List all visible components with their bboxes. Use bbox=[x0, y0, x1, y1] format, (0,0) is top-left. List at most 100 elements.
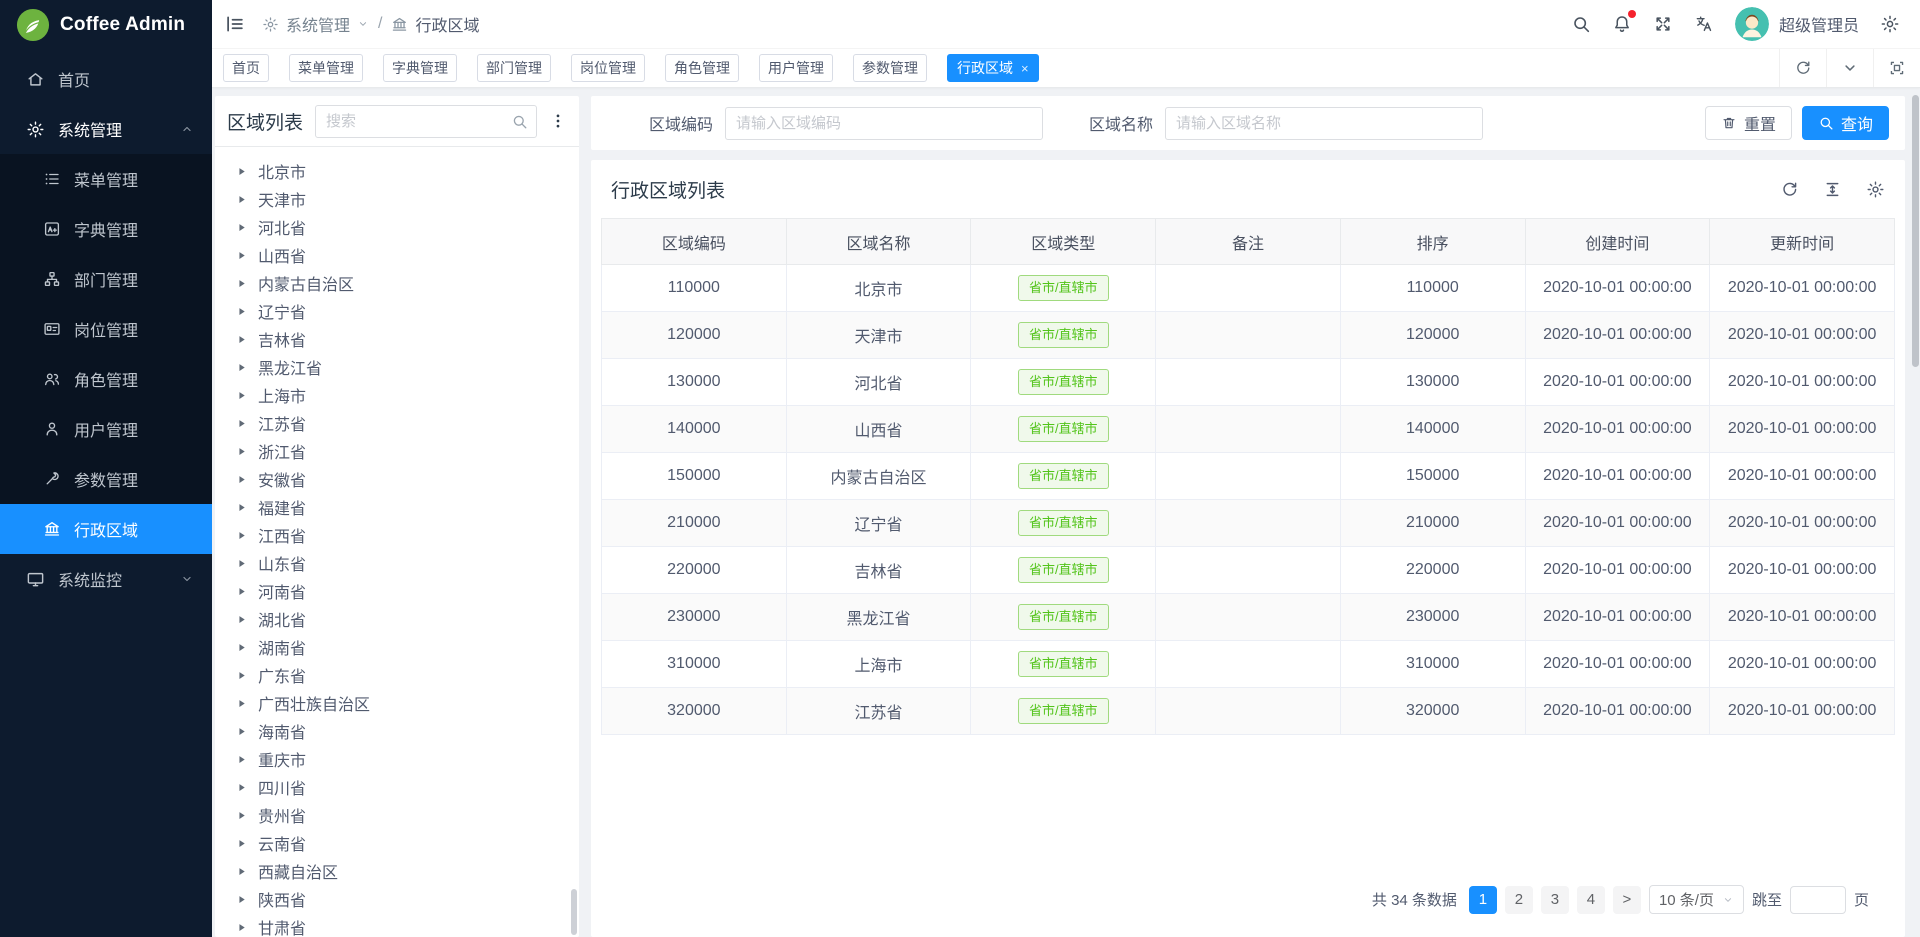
tree-item[interactable]: 河南省 bbox=[215, 577, 579, 605]
pager-page-3[interactable]: 3 bbox=[1541, 886, 1569, 914]
tree-item[interactable]: 湖北省 bbox=[215, 605, 579, 633]
table-row[interactable]: 120000天津市省市/直辖市1200002020-10-01 00:00:00… bbox=[602, 312, 1895, 359]
sidebar-item-menu-mgmt[interactable]: 菜单管理 bbox=[0, 154, 212, 204]
tree-item[interactable]: 浙江省 bbox=[215, 437, 579, 465]
column-settings-gear-icon[interactable] bbox=[1866, 180, 1885, 199]
tab-role-mgmt[interactable]: 角色管理 bbox=[665, 54, 739, 82]
table-row[interactable]: 220000吉林省省市/直辖市2200002020-10-01 00:00:00… bbox=[602, 547, 1895, 594]
sidebar-item-label: 参数管理 bbox=[74, 467, 138, 491]
search-icon[interactable] bbox=[511, 113, 528, 130]
table-row[interactable]: 210000辽宁省省市/直辖市2100002020-10-01 00:00:00… bbox=[602, 500, 1895, 547]
sidebar-item-region[interactable]: 行政区域 bbox=[0, 504, 212, 554]
refresh-icon[interactable] bbox=[1780, 180, 1799, 199]
sidebar-item-dept-mgmt[interactable]: 部门管理 bbox=[0, 254, 212, 304]
breadcrumb-item[interactable]: 系统管理 bbox=[262, 12, 369, 36]
tree-item[interactable]: 山东省 bbox=[215, 549, 579, 577]
tree-item[interactable]: 湖南省 bbox=[215, 633, 579, 661]
tree-item[interactable]: 吉林省 bbox=[215, 325, 579, 353]
tab-region[interactable]: 行政区域× bbox=[947, 54, 1039, 82]
user-menu[interactable]: 超级管理员 bbox=[1735, 7, 1859, 41]
jump-page-input[interactable] bbox=[1790, 886, 1846, 914]
cell-updated: 2020-10-01 00:00:00 bbox=[1710, 594, 1895, 641]
tree-item[interactable]: 江西省 bbox=[215, 521, 579, 549]
region-code-input[interactable] bbox=[725, 107, 1043, 140]
sidebar-item-post-mgmt[interactable]: 岗位管理 bbox=[0, 304, 212, 354]
tree-item[interactable]: 海南省 bbox=[215, 717, 579, 745]
pager-page-4[interactable]: 4 bbox=[1577, 886, 1605, 914]
tree-item[interactable]: 北京市 bbox=[215, 157, 579, 185]
pager-page-2[interactable]: 2 bbox=[1505, 886, 1533, 914]
tree-search-input[interactable] bbox=[315, 105, 537, 138]
table-card-header: 行政区域列表 bbox=[591, 160, 1905, 218]
table-row[interactable]: 150000内蒙古自治区省市/直辖市1500002020-10-01 00:00… bbox=[602, 453, 1895, 500]
tree-item[interactable]: 安徽省 bbox=[215, 465, 579, 493]
sidebar-item-role-mgmt[interactable]: 角色管理 bbox=[0, 354, 212, 404]
sidebar-item-label: 字典管理 bbox=[74, 217, 138, 241]
refresh-tab-button[interactable] bbox=[1779, 49, 1826, 87]
tree-item[interactable]: 辽宁省 bbox=[215, 297, 579, 325]
app-logo[interactable]: Coffee Admin bbox=[0, 0, 212, 50]
settings-gear-icon[interactable] bbox=[1880, 14, 1900, 34]
tree-item[interactable]: 山西省 bbox=[215, 241, 579, 269]
tree-item-label: 云南省 bbox=[258, 831, 306, 855]
search-button[interactable]: 查询 bbox=[1802, 106, 1889, 140]
column-header: 创建时间 bbox=[1525, 219, 1710, 265]
table-row[interactable]: 130000河北省省市/直辖市1300002020-10-01 00:00:00… bbox=[602, 359, 1895, 406]
tab-user-mgmt[interactable]: 用户管理 bbox=[759, 54, 833, 82]
tree-item[interactable]: 甘肃省 bbox=[215, 913, 579, 937]
tree-item[interactable]: 内蒙古自治区 bbox=[215, 269, 579, 297]
pager-next-button[interactable]: > bbox=[1613, 886, 1641, 914]
tree-item[interactable]: 四川省 bbox=[215, 773, 579, 801]
tab-home[interactable]: 首页 bbox=[223, 54, 269, 82]
sidebar-item-user-mgmt[interactable]: 用户管理 bbox=[0, 404, 212, 454]
search-icon[interactable] bbox=[1571, 14, 1591, 34]
tab-post-mgmt[interactable]: 岗位管理 bbox=[571, 54, 645, 82]
reset-button[interactable]: 重置 bbox=[1705, 106, 1792, 140]
notification-bell[interactable] bbox=[1612, 14, 1632, 34]
tree-item[interactable]: 陕西省 bbox=[215, 885, 579, 913]
tree-item[interactable]: 福建省 bbox=[215, 493, 579, 521]
sidebar-fold-icon[interactable] bbox=[224, 13, 246, 35]
tree-item[interactable]: 云南省 bbox=[215, 829, 579, 857]
tree-item[interactable]: 广西壮族自治区 bbox=[215, 689, 579, 717]
tree-item[interactable]: 西藏自治区 bbox=[215, 857, 579, 885]
close-tab-icon[interactable]: × bbox=[1021, 61, 1029, 76]
tab-param-mgmt[interactable]: 参数管理 bbox=[853, 54, 927, 82]
table-row[interactable]: 310000上海市省市/直辖市3100002020-10-01 00:00:00… bbox=[602, 641, 1895, 688]
sidebar-item-dict-mgmt[interactable]: 字典管理 bbox=[0, 204, 212, 254]
translate-icon[interactable] bbox=[1694, 14, 1714, 34]
window-scrollbar[interactable] bbox=[1912, 95, 1919, 367]
pager-page-1[interactable]: 1 bbox=[1469, 886, 1497, 914]
tree-scrollbar[interactable] bbox=[571, 889, 577, 935]
content-fullscreen-button[interactable] bbox=[1873, 49, 1920, 87]
tree-item[interactable]: 上海市 bbox=[215, 381, 579, 409]
sidebar-item-system[interactable]: 系统管理 bbox=[0, 104, 212, 154]
breadcrumb-item[interactable]: 行政区域 bbox=[391, 12, 479, 36]
sidebar-item-label: 首页 bbox=[58, 67, 90, 91]
table-row[interactable]: 110000北京市省市/直辖市1100002020-10-01 00:00:00… bbox=[602, 265, 1895, 312]
tab-dict-mgmt[interactable]: 字典管理 bbox=[383, 54, 457, 82]
cell-updated: 2020-10-01 00:00:00 bbox=[1710, 359, 1895, 406]
page-size-select[interactable]: 10 条/页 bbox=[1649, 885, 1744, 914]
kebab-menu-icon[interactable] bbox=[549, 112, 567, 130]
tree-item[interactable]: 贵州省 bbox=[215, 801, 579, 829]
tree-item[interactable]: 黑龙江省 bbox=[215, 353, 579, 381]
tree-item[interactable]: 重庆市 bbox=[215, 745, 579, 773]
table-row[interactable]: 140000山西省省市/直辖市1400002020-10-01 00:00:00… bbox=[602, 406, 1895, 453]
sidebar-item-home[interactable]: 首页 bbox=[0, 54, 212, 104]
row-density-icon[interactable] bbox=[1823, 180, 1842, 199]
region-name-input[interactable] bbox=[1165, 107, 1483, 140]
fullscreen-icon[interactable] bbox=[1653, 14, 1673, 34]
sidebar-item-monitor[interactable]: 系统监控 bbox=[0, 554, 212, 604]
tree-item[interactable]: 江苏省 bbox=[215, 409, 579, 437]
table-row[interactable]: 320000江苏省省市/直辖市3200002020-10-01 00:00:00… bbox=[602, 688, 1895, 735]
tab-options-button[interactable] bbox=[1826, 49, 1873, 87]
cell-sort: 310000 bbox=[1340, 641, 1525, 688]
sidebar-item-param-mgmt[interactable]: 参数管理 bbox=[0, 454, 212, 504]
tree-item[interactable]: 广东省 bbox=[215, 661, 579, 689]
tree-item[interactable]: 河北省 bbox=[215, 213, 579, 241]
table-row[interactable]: 230000黑龙江省省市/直辖市2300002020-10-01 00:00:0… bbox=[602, 594, 1895, 641]
tree-item[interactable]: 天津市 bbox=[215, 185, 579, 213]
tab-dept-mgmt[interactable]: 部门管理 bbox=[477, 54, 551, 82]
tab-menu-mgmt[interactable]: 菜单管理 bbox=[289, 54, 363, 82]
